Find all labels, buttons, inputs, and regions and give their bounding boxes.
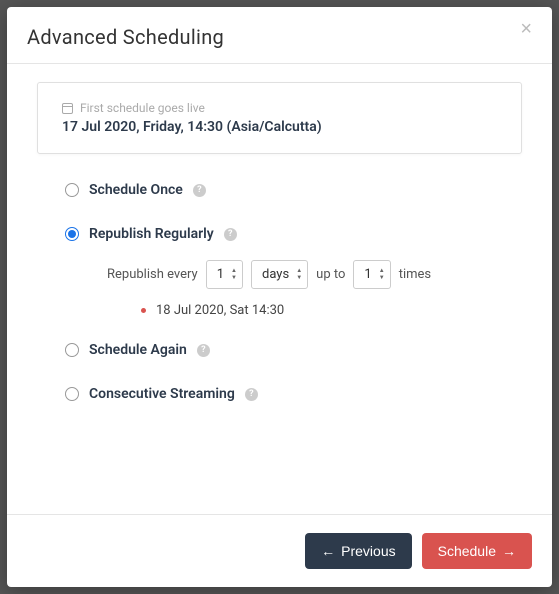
advanced-scheduling-modal: Advanced Scheduling × First schedule goe… <box>7 7 552 587</box>
interval-value-select[interactable]: 1 ▲▼ <box>206 260 243 289</box>
option-schedule-once[interactable]: Schedule Once ? <box>65 182 522 198</box>
calendar-icon <box>62 103 73 114</box>
schedule-button-label: Schedule <box>438 543 496 559</box>
help-icon[interactable]: ? <box>224 228 237 241</box>
option-label-consecutive[interactable]: Consecutive Streaming <box>89 386 235 402</box>
schedule-entry: 18 Jul 2020, Sat 14:30 <box>156 303 284 318</box>
modal-header: Advanced Scheduling × <box>7 7 552 64</box>
option-label-republish[interactable]: Republish Regularly <box>89 226 214 242</box>
option-label-again[interactable]: Schedule Again <box>89 342 187 358</box>
first-schedule-label-row: First schedule goes live <box>62 101 497 115</box>
schedule-button[interactable]: Schedule → <box>422 533 532 569</box>
modal-body: First schedule goes live 17 Jul 2020, Fr… <box>7 64 552 514</box>
radio-republish[interactable] <box>65 227 79 241</box>
option-consecutive-streaming[interactable]: Consecutive Streaming ? <box>65 386 522 402</box>
radio-schedule-again[interactable] <box>65 343 79 357</box>
bullet-icon <box>141 308 146 313</box>
modal-footer: ← Previous Schedule → <box>7 514 552 587</box>
interval-unit-select[interactable]: days ▲▼ <box>251 260 308 289</box>
stepper-arrows-icon: ▲▼ <box>231 261 237 288</box>
republish-settings: Republish every 1 ▲▼ days ▲▼ up to 1 ▲▼ … <box>107 260 522 318</box>
republish-suffix: times <box>399 267 431 282</box>
option-schedule-again[interactable]: Schedule Again ? <box>65 342 522 358</box>
republish-mid: up to <box>316 267 345 282</box>
first-schedule-card: First schedule goes live 17 Jul 2020, Fr… <box>37 82 522 154</box>
option-label-once[interactable]: Schedule Once <box>89 182 183 198</box>
radio-schedule-once[interactable] <box>65 183 79 197</box>
stepper-arrows-icon: ▲▼ <box>296 261 302 288</box>
republish-prefix: Republish every <box>107 267 198 282</box>
arrow-right-icon: → <box>502 544 516 558</box>
previous-button[interactable]: ← Previous <box>305 533 411 569</box>
generated-schedule-list: 18 Jul 2020, Sat 14:30 <box>141 303 522 318</box>
option-republish-regularly[interactable]: Republish Regularly ? <box>65 226 522 242</box>
first-schedule-value: 17 Jul 2020, Friday, 14:30 (Asia/Calcutt… <box>62 119 497 135</box>
help-icon[interactable]: ? <box>193 184 206 197</box>
first-schedule-label: First schedule goes live <box>80 101 205 115</box>
help-icon[interactable]: ? <box>197 344 210 357</box>
modal-title: Advanced Scheduling <box>27 25 224 49</box>
stepper-arrows-icon: ▲▼ <box>379 261 385 288</box>
close-icon[interactable]: × <box>520 19 532 39</box>
list-item: 18 Jul 2020, Sat 14:30 <box>141 303 522 318</box>
republish-row: Republish every 1 ▲▼ days ▲▼ up to 1 ▲▼ … <box>107 260 522 289</box>
help-icon[interactable]: ? <box>245 388 258 401</box>
previous-button-label: Previous <box>341 543 395 559</box>
count-value-select[interactable]: 1 ▲▼ <box>353 260 390 289</box>
radio-consecutive[interactable] <box>65 387 79 401</box>
arrow-left-icon: ← <box>321 544 335 558</box>
